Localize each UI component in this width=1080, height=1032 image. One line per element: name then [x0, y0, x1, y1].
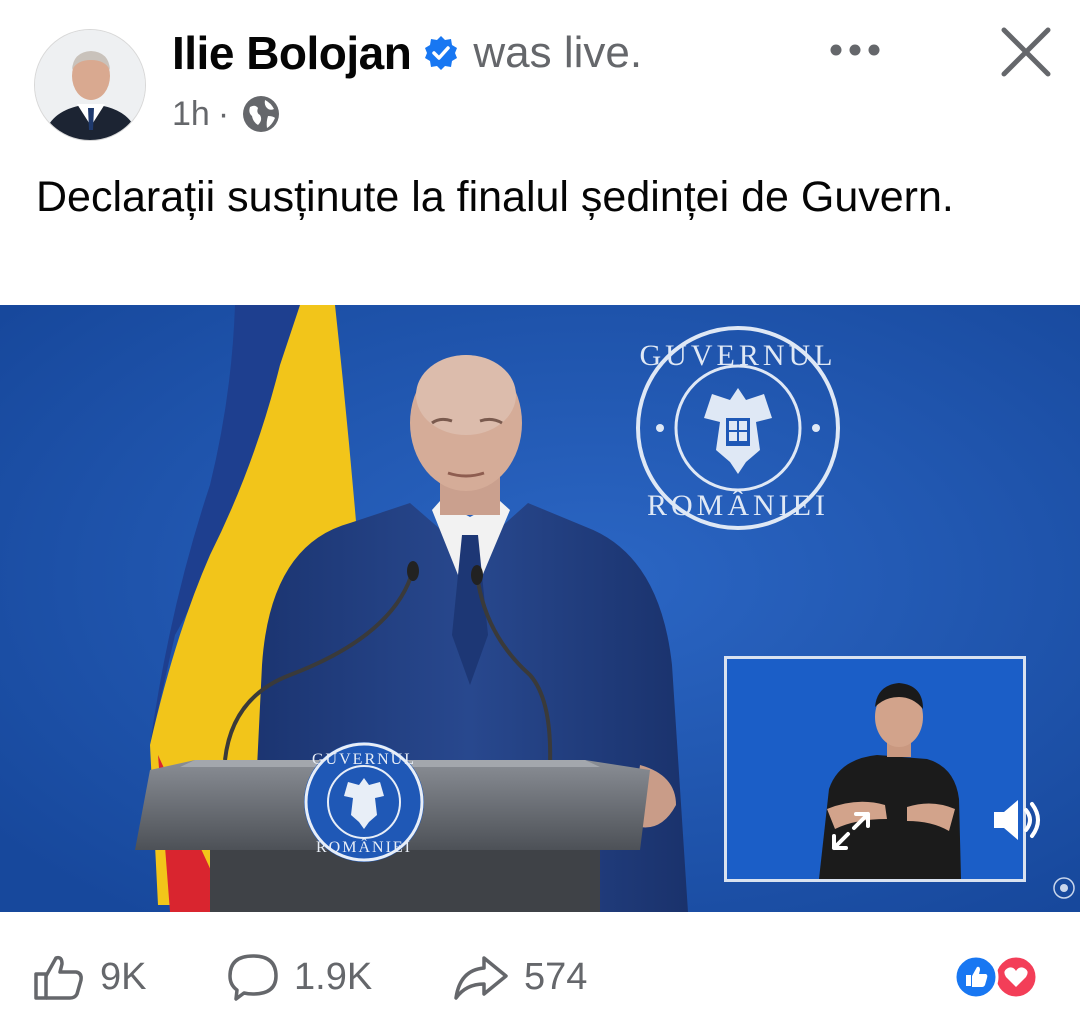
- government-seal-podium: GUVERNUL ROMÂNIEI: [304, 742, 424, 862]
- author-line: Ilie Bolojan was live.: [172, 26, 642, 80]
- post-text: Declarații susținute la finalul ședinței…: [36, 173, 954, 221]
- share-icon: [454, 956, 508, 1000]
- author-avatar[interactable]: [34, 29, 146, 141]
- live-status-text: was live.: [473, 28, 643, 77]
- love-reaction-icon: [993, 954, 1039, 1000]
- timestamp[interactable]: 1h: [172, 95, 210, 134]
- author-name[interactable]: Ilie Bolojan: [172, 26, 412, 80]
- live-video[interactable]: GUVERNUL ROMÂNIEI GUVERNUL ROMÂNIEI: [0, 305, 1080, 912]
- like-reaction-icon: [953, 954, 999, 1000]
- like-count-button[interactable]: 9K: [32, 952, 146, 1002]
- gov-watermark-icon: [1052, 876, 1076, 900]
- thumbs-up-icon: [34, 955, 83, 1000]
- podium-seal-top: GUVERNUL: [312, 751, 416, 768]
- expand-icon[interactable]: [826, 806, 876, 856]
- comment-icon: [228, 954, 278, 1001]
- more-options-icon[interactable]: [826, 30, 886, 70]
- seal-text-top: GUVERNUL: [640, 339, 837, 372]
- post-actions-bar: 9K 1.9K 574: [0, 912, 1080, 1032]
- comment-count: 1.9K: [294, 955, 373, 998]
- seal-text-bottom: ROMÂNIEI: [647, 489, 829, 522]
- close-icon[interactable]: [996, 22, 1056, 82]
- verified-badge-icon: [423, 35, 459, 71]
- post-header: Ilie Bolojan was live. 1h ·: [0, 0, 1080, 160]
- podium-seal-bottom: ROMÂNIEI: [316, 837, 412, 856]
- post-meta: 1h ·: [172, 92, 281, 136]
- meta-separator: ·: [217, 94, 230, 133]
- volume-icon[interactable]: [990, 796, 1046, 844]
- globe-icon: [241, 94, 281, 134]
- comment-count-button[interactable]: 1.9K: [226, 952, 372, 1002]
- like-count: 9K: [100, 955, 147, 998]
- share-count-button[interactable]: 574: [452, 952, 587, 1002]
- share-count: 574: [524, 955, 588, 998]
- reactions-summary[interactable]: [950, 954, 1042, 1000]
